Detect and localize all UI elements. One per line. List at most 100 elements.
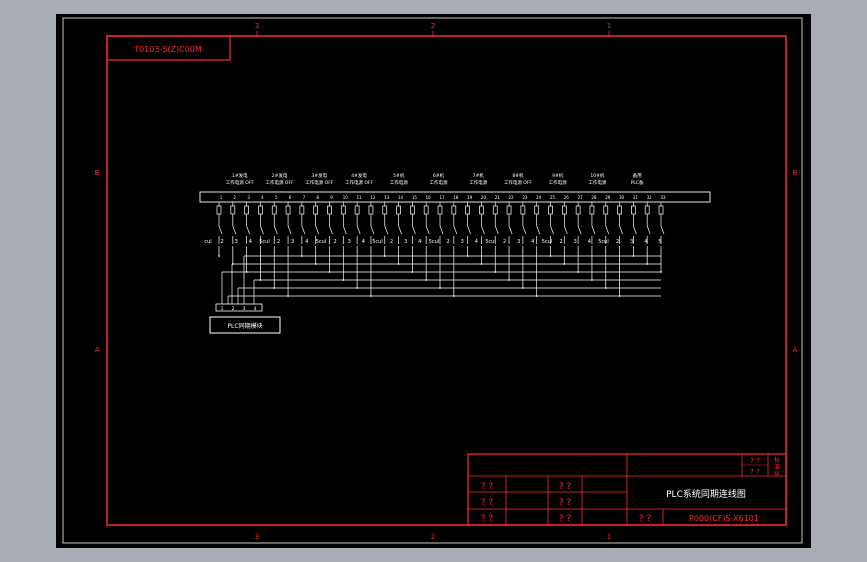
terminal-number: 3 [247, 195, 250, 200]
terminal-number: 31 [633, 195, 639, 200]
fuse-element [534, 205, 540, 215]
switch-contact [605, 225, 610, 235]
fuse-element [299, 205, 305, 215]
fuse-element [631, 205, 636, 215]
switch-contact [384, 225, 389, 235]
switch-contact [453, 225, 458, 235]
fuse-element [396, 205, 401, 215]
title-placeholder: ? ? [639, 514, 652, 524]
column-marker-top: 2 [431, 22, 435, 30]
channel-group-subtitle: 工作电源 [430, 179, 448, 186]
terminal-number: 27 [578, 195, 584, 200]
channel-group-subtitle: 工作电源 OFF [266, 179, 295, 186]
switch-contact [425, 225, 430, 235]
column-marker-bottom: 3 [255, 533, 259, 541]
terminal-number: 15 [412, 195, 418, 200]
terminal-number: 4 [261, 195, 264, 200]
switch-contact [439, 225, 444, 235]
switch-contact [232, 225, 237, 235]
switch-label: 5cul [542, 239, 553, 245]
switch-contact [370, 225, 375, 235]
title-placeholder: ? ? [481, 498, 494, 508]
fuse-element [271, 205, 277, 215]
channel-group-title: 6#机 [433, 172, 445, 179]
fuse-element [575, 205, 581, 215]
terminal-number: 19 [467, 195, 473, 200]
corner-placeholder: ? ? [750, 457, 760, 465]
terminal-number: 17 [439, 195, 445, 200]
switch-label: 5cul [598, 239, 609, 245]
corner-label: 准 [774, 463, 780, 471]
terminal-number: 16 [426, 195, 432, 200]
fuse-element [368, 205, 374, 215]
cad-viewport[interactable]: T0103-S(Z)C00M 3 2 1 3 2 1 B A B A 1#发电工… [56, 14, 811, 548]
switch-contact [619, 225, 623, 235]
fuse-element [258, 205, 263, 215]
terminal-number: 9 [330, 195, 333, 200]
title-placeholder: ? ? [559, 498, 572, 508]
column-marker-top: 3 [255, 22, 259, 30]
terminal-number: 29 [605, 195, 611, 200]
terminal-number: 6 [289, 195, 292, 200]
channel-group-subtitle: 工作电源 [588, 179, 606, 186]
terminal-number: 24 [536, 195, 542, 200]
switch-contact [398, 225, 402, 235]
cad-drawing: T0103-S(Z)C00M 3 2 1 3 2 1 B A B A 1#发电工… [62, 17, 803, 544]
switch-label: 5cul [259, 239, 270, 245]
switch-contact [273, 225, 278, 235]
fuse-element [423, 205, 429, 215]
switch-label: cul [204, 239, 211, 245]
fuse-element [340, 205, 346, 215]
channel-group-title: 8#机 [512, 172, 524, 179]
terminal-number: 1 [220, 195, 223, 200]
channel-group-title: 5#机 [393, 172, 405, 179]
fuse-element [644, 205, 650, 215]
fuse-element [589, 205, 595, 215]
channel-group-title: 1#发电 [232, 172, 248, 179]
switch-contact [633, 225, 637, 235]
plc-module-label: PLC同期模块 [227, 322, 262, 330]
fuse-element [327, 205, 332, 215]
switch-contact [646, 225, 651, 235]
fuse-element [548, 205, 553, 215]
switch-label: 4 [531, 239, 534, 245]
fuse-element [244, 205, 249, 215]
switch-contact [481, 225, 485, 235]
switch-label: 4 [475, 239, 478, 245]
channel-group-title: 10#机 [590, 172, 604, 179]
channel-group-subtitle: 工作电源 [390, 179, 408, 186]
switch-contact [467, 225, 471, 235]
switch-contact [591, 225, 596, 235]
plc-terminal-label: 4 [254, 306, 257, 312]
channel-group-subtitle: 工作电源 [469, 179, 487, 186]
switch-label: 3 [517, 239, 520, 245]
switch-label: 4 [588, 239, 591, 245]
terminal-number: 13 [384, 195, 390, 200]
switch-label: 2 [560, 239, 563, 245]
fuse-element [465, 205, 470, 215]
terminal-number: 18 [453, 195, 459, 200]
switch-contact [342, 225, 347, 235]
channel-group-subtitle: 工作电源 OFF [345, 179, 374, 186]
fuse-element [216, 205, 222, 215]
fuse-element [658, 205, 664, 215]
terminal-number: 7 [303, 195, 306, 200]
channel-group-title: 备用 [633, 172, 642, 179]
fuse-element [479, 205, 484, 215]
terminal-number: 26 [564, 195, 570, 200]
channel-group-title: 4#发电 [351, 172, 367, 179]
channel-group-title: 9#机 [552, 172, 564, 179]
switch-label: 3 [235, 239, 238, 245]
row-marker-right: B [793, 169, 798, 177]
terminal-number: 32 [647, 195, 653, 200]
fuse-element [561, 205, 567, 215]
switch-label: 5cul [316, 239, 327, 245]
channel-group-subtitle: PLC备 [631, 179, 644, 186]
channel-group-title: 2#发电 [272, 172, 288, 179]
plc-terminal-label: 1 [221, 306, 224, 312]
switch-label: 2 [221, 239, 224, 245]
title-placeholder: ? ? [481, 482, 494, 492]
channel-group-title: 3#发电 [311, 172, 327, 179]
terminal-number: 12 [370, 195, 376, 200]
terminal-number: 5 [275, 195, 278, 200]
